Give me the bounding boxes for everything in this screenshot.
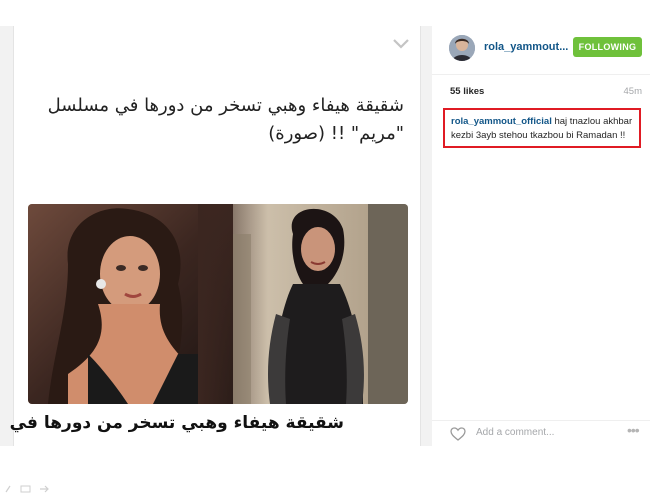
comment-username[interactable]: rola_yammout_official [451, 116, 552, 127]
article-card: شقيقة هيفاء وهبي تسخر من دورها في مسلسل … [10, 26, 421, 446]
footer-icons [5, 485, 49, 493]
post-stats: 55 likes 45m [432, 84, 650, 104]
instagram-post: شقيقة هيفاء وهبي تسخر من دورها في مسلسل … [0, 26, 650, 446]
photo-caption: شقيقة هيفاء وهبي تسخر من دورها في [10, 404, 408, 446]
add-comment-input[interactable]: Add a comment... [476, 427, 554, 438]
heart-icon[interactable] [450, 427, 466, 441]
article-photo [28, 204, 408, 404]
comment: rola_yammout_official haj tnazlou akhbar… [445, 110, 639, 143]
photo-caption-text: شقيقة هيفاء وهبي تسخر من دورها في [9, 413, 344, 433]
media-panel: شقيقة هيفاء وهبي تسخر من دورها في مسلسل … [0, 26, 432, 446]
likes-count[interactable]: 55 likes [450, 86, 484, 97]
post-header: rola_yammout... FOLLOWING [432, 26, 650, 75]
post-sidebar: rola_yammout... FOLLOWING 55 likes 45m r… [432, 26, 650, 446]
post-actions: Add a comment... ••• [432, 420, 650, 447]
avatar[interactable] [449, 35, 475, 61]
highlighted-comment: rola_yammout_official haj tnazlou akhbar… [443, 108, 641, 148]
chevron-down-icon[interactable] [392, 38, 410, 50]
following-button[interactable]: FOLLOWING [573, 37, 642, 57]
more-options-icon[interactable]: ••• [627, 422, 640, 438]
post-time[interactable]: 45m [624, 86, 642, 97]
article-headline: شقيقة هيفاء وهبي تسخر من دورها في مسلسل … [47, 95, 404, 144]
username-link[interactable]: rola_yammout... [484, 41, 568, 53]
